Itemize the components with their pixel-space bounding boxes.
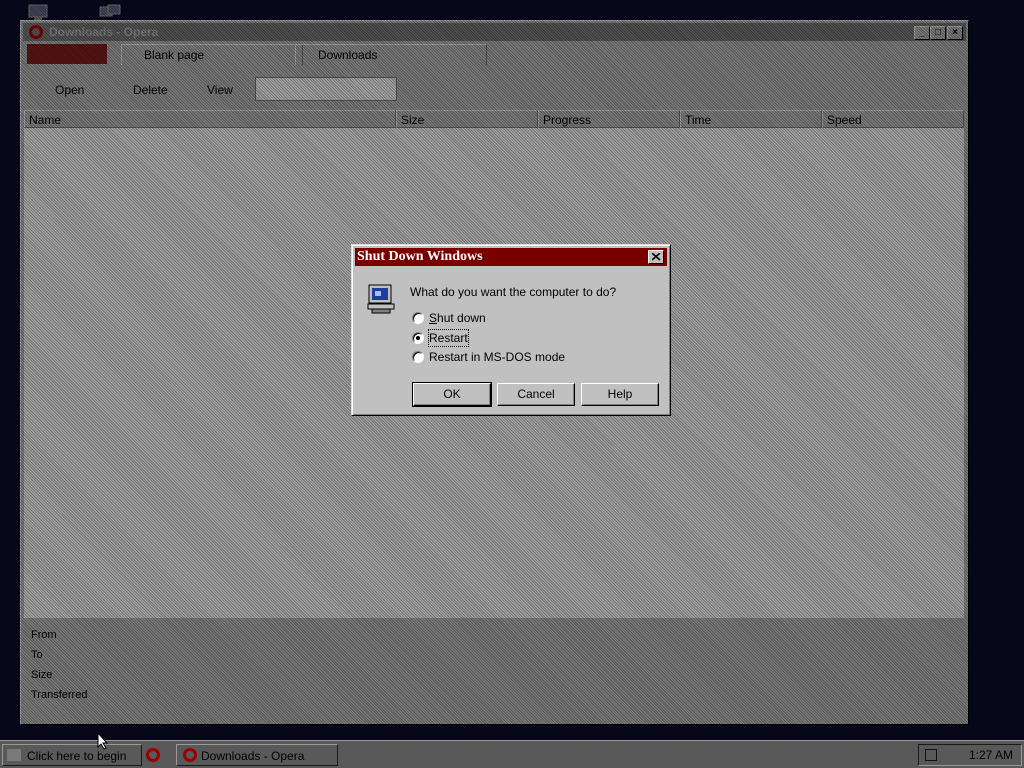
dialog-close-button[interactable] <box>648 250 664 264</box>
opera-menu-button[interactable] <box>27 44 107 64</box>
column-size[interactable]: Size <box>396 110 538 128</box>
opera-quicklaunch-icon[interactable] <box>146 747 160 762</box>
tab-label: Downloads <box>318 48 378 62</box>
column-time[interactable]: Time <box>680 110 822 128</box>
downloads-toolbar: Open Delete View <box>23 67 966 109</box>
radio-label-restart: Restart <box>428 329 469 347</box>
cancel-button[interactable]: Cancel <box>497 383 575 406</box>
opera-title-text: Downloads - Opera <box>49 25 159 39</box>
detail-from-label: From <box>31 629 57 641</box>
column-name[interactable]: Name <box>24 110 396 128</box>
my-computer-icon[interactable] <box>28 4 48 20</box>
column-speed[interactable]: Speed <box>822 110 964 128</box>
radio-restart[interactable] <box>412 332 424 344</box>
taskbar: Click here to begin Downloads - Opera 1:… <box>0 740 1024 768</box>
opera-status-bar <box>23 704 966 722</box>
windows-logo-icon <box>7 749 21 761</box>
detail-size-label: Size <box>31 669 53 681</box>
close-icon <box>652 253 661 261</box>
search-input[interactable] <box>255 77 397 101</box>
radio-label-shut-down: Shut down <box>429 311 486 325</box>
maximize-button[interactable]: □ <box>930 26 946 40</box>
tab-label: Blank page <box>144 48 205 62</box>
radio-shut-down[interactable] <box>412 312 424 324</box>
opera-tab-bar: Blank page Downloads <box>23 42 966 66</box>
tab-downloads[interactable]: Downloads <box>295 44 487 65</box>
dialog-title-bar: Shut Down Windows <box>355 248 667 266</box>
delete-button[interactable]: Delete <box>133 83 168 97</box>
opera-icon <box>29 25 43 39</box>
task-opera-downloads[interactable]: Downloads - Opera <box>176 744 338 766</box>
start-tooltip: Click here to begin <box>27 749 127 763</box>
detail-transferred-label: Transferred <box>31 689 88 701</box>
opera-icon <box>183 748 197 762</box>
opera-title-bar: Downloads - Opera _ □ × <box>23 23 966 41</box>
minimize-button[interactable]: _ <box>914 26 930 40</box>
computer-monitor-icon <box>366 283 396 318</box>
start-button[interactable]: Click here to begin <box>2 744 142 766</box>
downloads-column-header: Name Size Progress Time Speed <box>24 110 964 128</box>
open-button[interactable]: Open <box>55 83 84 97</box>
tab-blank-page[interactable]: Blank page <box>121 44 303 65</box>
mouse-cursor-icon <box>97 731 109 753</box>
radio-restart-ms-dos[interactable] <box>412 351 424 363</box>
view-button[interactable]: View <box>207 83 233 97</box>
clock[interactable]: 1:27 AM <box>969 748 1013 762</box>
new-tab-button[interactable] <box>483 46 499 62</box>
shutdown-dialog: Shut Down Windows What do you want the c… <box>351 244 671 416</box>
system-tray: 1:27 AM <box>918 744 1022 766</box>
network-icon[interactable] <box>98 4 121 20</box>
column-progress[interactable]: Progress <box>538 110 680 128</box>
help-button[interactable]: Help <box>581 383 659 406</box>
ok-button[interactable]: OK <box>412 382 492 407</box>
detail-panel: From To Size Transferred <box>21 621 321 701</box>
detail-to-label: To <box>31 649 43 661</box>
dialog-question: What do you want the computer to do? <box>410 285 617 299</box>
speaker-icon[interactable] <box>925 749 937 761</box>
radio-label-restart-ms-dos: Restart in MS-DOS mode <box>429 350 566 364</box>
task-label: Downloads - Opera <box>201 749 305 763</box>
dialog-title: Shut Down Windows <box>357 249 483 264</box>
window-close-button[interactable]: × <box>947 26 963 40</box>
